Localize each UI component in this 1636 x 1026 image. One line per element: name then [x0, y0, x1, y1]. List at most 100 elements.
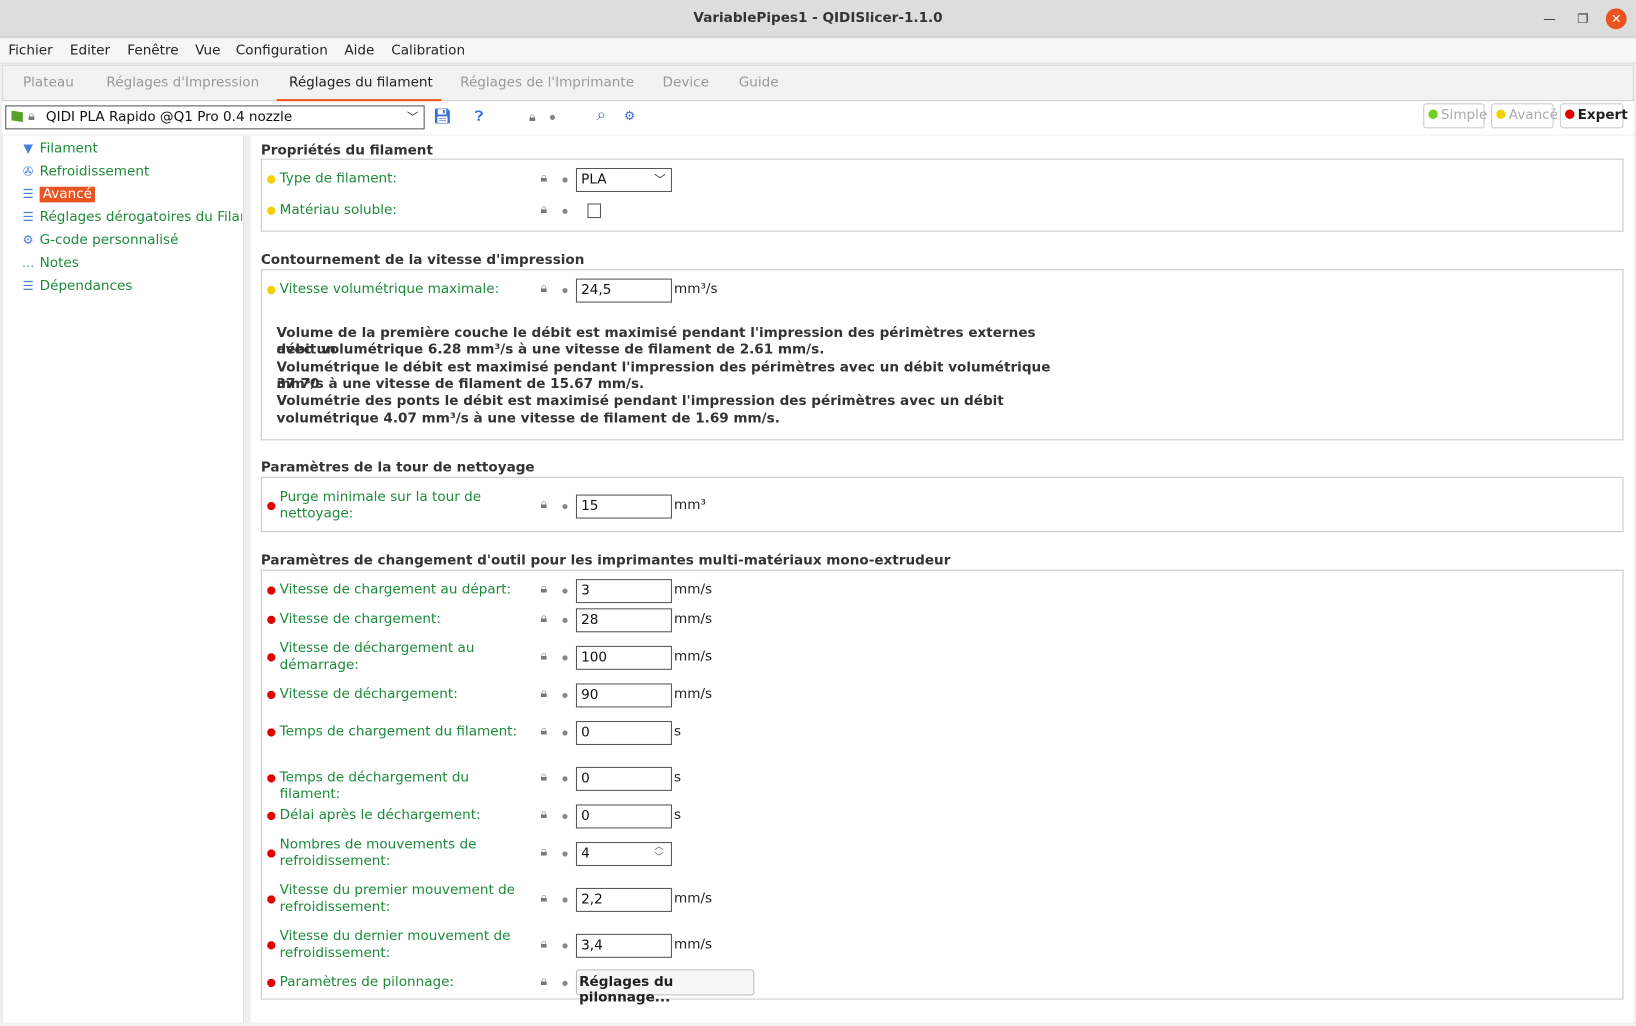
setting-label: Vitesse du premier mouvement de refroidi… — [279, 882, 516, 916]
group-title: Paramètres de changement d'outil pour le… — [260, 553, 955, 569]
tab-printer-settings[interactable]: Réglages de l'Imprimante — [460, 75, 634, 91]
setting-label: Vitesse de déchargement: — [279, 686, 458, 703]
soluble-checkbox[interactable] — [587, 203, 601, 219]
gear-icon: ⚙ — [22, 232, 34, 248]
unit-label: mm/s — [674, 891, 713, 907]
lock-icon[interactable]: 🔒︎ — [540, 686, 547, 702]
dot-icon — [562, 943, 568, 949]
unit-label: mm³ — [674, 497, 706, 514]
sidebar-item-fan[interactable]: ✇ Refroidissement — [21, 164, 242, 180]
setting-input[interactable]: 0 — [575, 720, 672, 745]
menu-fichier[interactable]: Fichier — [8, 43, 52, 59]
filament-icon: ▼ — [23, 140, 33, 156]
lock-icon[interactable]: 🔒︎ — [540, 890, 547, 906]
setting-input[interactable]: 2,2 — [575, 887, 672, 912]
tab-print-settings[interactable]: Réglages d'Impression — [106, 75, 259, 91]
menu-bar: Fichier Editer Fenêtre Vue Configuration… — [0, 38, 1636, 64]
close-button[interactable]: ✕ — [1605, 8, 1627, 30]
menu-editer[interactable]: Editer — [70, 43, 110, 59]
setting-input[interactable]: 3,4 — [575, 933, 672, 958]
menu-vue[interactable]: Vue — [195, 43, 220, 59]
setting-input[interactable]: 90 — [575, 683, 672, 708]
menu-aide[interactable]: Aide — [344, 43, 374, 59]
sidebar-item-advanced[interactable]: ☰ Avancé — [21, 186, 242, 203]
lock-icon[interactable]: 🔒︎ — [529, 109, 536, 126]
sidebar-item-gear[interactable]: ⚙ G-code personnalisé — [21, 233, 242, 249]
advanced-dot-icon — [1496, 109, 1506, 119]
group-title: Propriétés du filament — [260, 142, 438, 159]
menu-calibration[interactable]: Calibration — [391, 43, 465, 59]
preset-name: QIDI PLA Rapido @Q1 Pro 0.4 nozzle — [45, 109, 293, 126]
setting-input[interactable]: 15 — [575, 494, 672, 519]
minimize-button[interactable]: — — [1539, 8, 1560, 29]
dependencies-icon: ☰ — [22, 278, 34, 294]
group-title: Contournement de la vitesse d'impression — [260, 252, 589, 269]
unit-label: s — [674, 807, 682, 824]
search-icon[interactable]: ⌕ — [597, 106, 606, 123]
overrides-icon: ☰ — [22, 209, 34, 225]
tab-filament-settings[interactable]: Réglages du filament — [289, 75, 433, 91]
setting-input[interactable]: 24,5 — [575, 278, 672, 303]
fan-icon: ✇ — [22, 163, 34, 179]
setting-label: Purge minimale sur la tour de nettoyage: — [279, 489, 482, 522]
sidebar-item-label: Refroidissement — [39, 163, 150, 180]
lock-icon[interactable]: 🔒︎ — [540, 281, 547, 297]
setting-input[interactable]: 3 — [575, 579, 672, 604]
sidebar-item-notes[interactable]: … Notes — [21, 256, 242, 272]
ramming-settings-button[interactable]: Réglages du pilonnage... — [575, 969, 755, 1006]
advanced-level-icon — [267, 285, 276, 295]
unit-label: mm/s — [674, 648, 713, 665]
chevron-down-icon: ﹀ — [654, 173, 666, 187]
menu-configuration[interactable]: Configuration — [236, 43, 328, 59]
dot-icon — [562, 208, 568, 214]
save-icon[interactable]: 💾︎ — [433, 109, 452, 126]
lock-icon[interactable]: 🔒︎ — [540, 973, 547, 989]
mode-label: Avancé — [1508, 107, 1558, 124]
notes-icon: … — [21, 255, 35, 271]
lock-icon[interactable]: 🔒︎ — [540, 497, 547, 513]
dot-icon — [562, 617, 568, 623]
sidebar-item-dependencies[interactable]: ☰ Dépendances — [21, 279, 242, 295]
lock-icon[interactable]: 🔒︎ — [540, 769, 547, 785]
dot-icon — [562, 730, 568, 736]
advanced-level-icon — [267, 175, 276, 184]
lock-icon[interactable]: 🔒︎ — [540, 170, 547, 186]
setting-input[interactable]: 100 — [575, 645, 672, 670]
setting-label: Temps de chargement du filament: — [279, 724, 518, 740]
lock-icon[interactable]: 🔒︎ — [540, 610, 547, 626]
settings-icon[interactable]: ⚙ — [624, 107, 635, 124]
dot-icon — [562, 503, 568, 510]
group-box — [260, 158, 1624, 232]
lock-icon[interactable]: 🔒︎ — [540, 723, 547, 739]
tab-device[interactable]: Device — [663, 75, 709, 91]
setting-input[interactable]: 0 — [575, 804, 672, 829]
lock-icon[interactable]: 🔒︎ — [540, 201, 547, 217]
sidebar-item-filament[interactable]: ▼ Filament — [21, 141, 242, 157]
menu-fenetre[interactable]: Fenêtre — [127, 43, 178, 59]
dot-icon — [562, 813, 568, 820]
mode-simple-button[interactable]: Simple — [1423, 103, 1487, 129]
lock-icon[interactable]: 🔒︎ — [540, 844, 547, 860]
setting-input[interactable]: 28 — [575, 608, 672, 633]
lock-icon[interactable]: 🔒︎ — [540, 581, 547, 597]
flag-icon — [11, 110, 23, 123]
lock-icon[interactable]: 🔒︎ — [540, 807, 547, 823]
mode-advanced-button[interactable]: Avancé — [1491, 103, 1558, 129]
tab-guide[interactable]: Guide — [739, 75, 779, 91]
dot-icon — [562, 980, 568, 987]
unit-label: mm/s — [674, 936, 713, 953]
mode-expert-button[interactable]: Expert — [1559, 103, 1628, 129]
spin-arrows-icon[interactable]: ︿ ﹀ — [654, 842, 663, 863]
group-title: Paramètres de la tour de nettoyage — [260, 460, 539, 476]
maximize-button[interactable]: ❐ — [1572, 8, 1593, 29]
preset-combo[interactable]: 🔒︎ QIDI PLA Rapido @Q1 Pro 0.4 nozzle ﹀ — [5, 105, 425, 130]
lock-icon[interactable]: 🔒︎ — [540, 648, 547, 664]
setting-input[interactable]: 0 — [575, 766, 672, 791]
compare-icon[interactable]: ❓︎ — [475, 109, 484, 126]
tab-plateau[interactable]: Plateau — [23, 75, 74, 91]
sidebar-item-overrides[interactable]: ☰ Réglages dérogatoires du Filament — [21, 209, 243, 226]
lock-icon[interactable]: 🔒︎ — [540, 936, 547, 952]
volumetric-info-line: débit volumétrique 6.28 mm³/s à une vite… — [276, 342, 825, 359]
window-title: VariablePipes1 - QIDISlicer-1.1.0 — [693, 10, 943, 27]
dot-icon — [562, 851, 568, 857]
